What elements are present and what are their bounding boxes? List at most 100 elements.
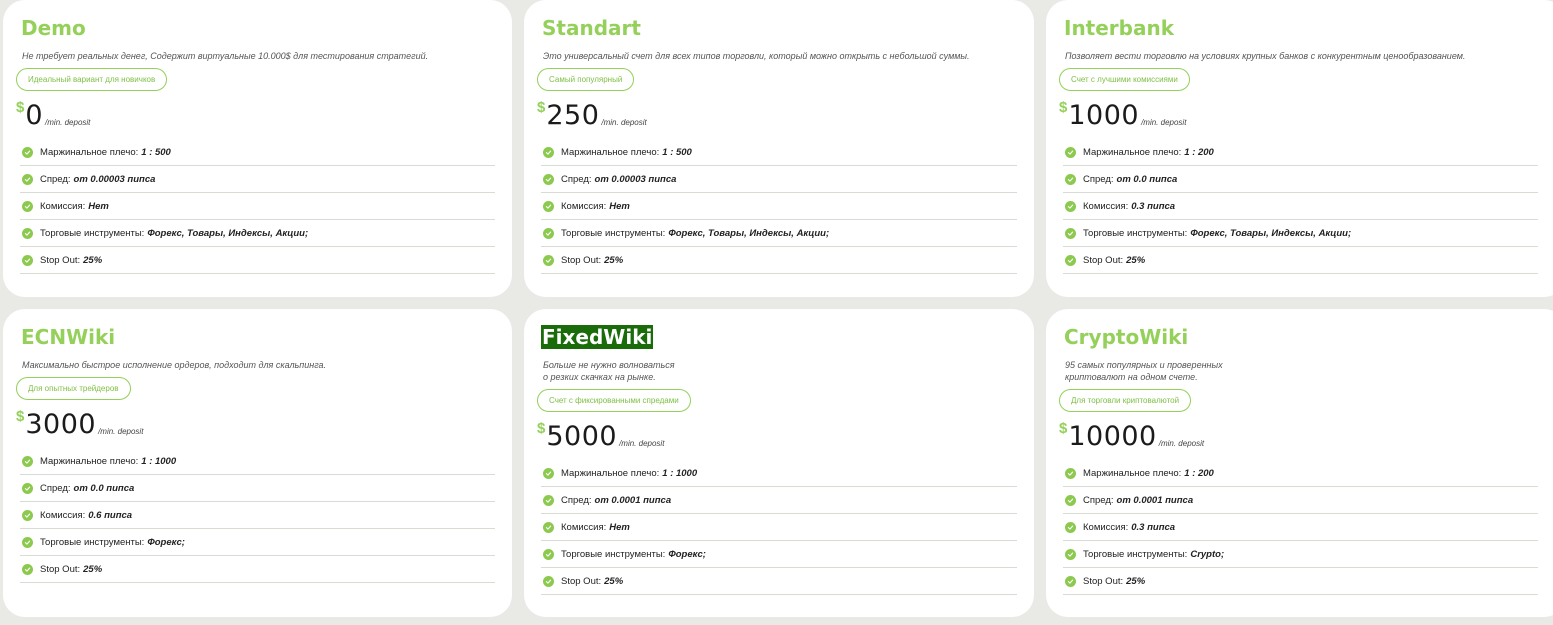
feature-item: Торговые инструменты: Форекс, Товары, Ин… <box>541 220 1017 247</box>
feature-item: Stop Out: 25% <box>20 556 495 583</box>
feature-label: Комиссия: <box>40 200 86 212</box>
feature-value: 0.3 пипса <box>1131 521 1176 533</box>
feature-item: Спред: от 0.00003 пипса <box>541 166 1017 193</box>
deposit-unit: /min. deposit <box>98 427 144 436</box>
check-circle-icon <box>1065 575 1076 587</box>
feature-value: от 0.0 пипса <box>73 482 135 494</box>
feature-item: Маржинальное плечо: 1 : 1000 <box>20 448 495 475</box>
card-title: Interbank <box>1064 16 1175 40</box>
feature-value: Crypto; <box>1190 548 1225 560</box>
deposit-amount: 1000 <box>1068 100 1140 131</box>
feature-label: Торговые инструменты: <box>40 536 145 548</box>
feature-value: от 0.00003 пипса <box>594 173 677 185</box>
feature-item: Маржинальное плечо: 1 : 200 <box>1063 139 1538 166</box>
check-circle-icon <box>1065 467 1076 479</box>
card-title: FixedWiki <box>541 325 654 349</box>
feature-value: 25% <box>604 254 624 266</box>
feature-value: 1 : 200 <box>1184 467 1214 479</box>
feature-label: Спред: <box>561 173 592 185</box>
feature-item: Маржинальное плечо: 1 : 1000 <box>541 460 1017 487</box>
feature-item: Комиссия: Нет <box>20 193 495 220</box>
feature-value: 25% <box>83 254 103 266</box>
card-description: Позволяет вести торговлю на условиях кру… <box>1065 51 1466 61</box>
check-circle-icon <box>543 548 554 560</box>
card-badge[interactable]: Самый популярный <box>537 68 635 91</box>
card-title: ECNWiki <box>21 325 116 349</box>
card-badge[interactable]: Идеальный вариант для новичков <box>16 68 168 91</box>
feature-value: 1 : 200 <box>1184 146 1214 158</box>
feature-label: Маржинальное плечо: <box>40 146 139 158</box>
card-badge[interactable]: Для опытных трейдеров <box>16 377 131 400</box>
account-card-interbank[interactable]: Interbank Позволяет вести торговлю на усл… <box>1046 0 1553 297</box>
feature-item: Спред: от 0.0 пипса <box>1063 166 1538 193</box>
feature-label: Комиссия: <box>1083 200 1129 212</box>
account-card-ecnwiki[interactable]: ECNWiki Максимально быстрое исполнение ор… <box>3 309 512 617</box>
feature-label: Маржинальное плечо: <box>561 467 660 479</box>
feature-label: Торговые инструменты: <box>40 227 145 239</box>
feature-label: Торговые инструменты: <box>561 548 666 560</box>
currency-symbol: $ <box>1059 420 1068 437</box>
feature-value: 1 : 500 <box>662 146 692 158</box>
price: $ 5000 /min. deposit <box>537 416 1017 452</box>
feature-value: Нет <box>609 200 630 212</box>
deposit-unit: /min. deposit <box>601 118 647 127</box>
feature-value: от 0.0001 пипса <box>594 494 672 506</box>
card-badge[interactable]: Счет с фиксированными спредами <box>537 389 691 412</box>
feature-label: Маржинальное плечо: <box>1083 146 1182 158</box>
card-description: 95 самых популярных и проверенных крипто… <box>1065 360 1223 382</box>
account-card-standart[interactable]: Standart Это универсальный счет для всех … <box>524 0 1034 297</box>
check-circle-icon <box>1065 254 1076 266</box>
card-badge[interactable]: Счет с лучшими комиссиями <box>1059 68 1190 91</box>
feature-item: Комиссия: 0.3 пипса <box>1063 193 1538 220</box>
feature-item: Stop Out: 25% <box>20 247 495 274</box>
feature-label: Stop Out: <box>40 254 81 266</box>
check-circle-icon <box>22 509 33 521</box>
feature-item: Комиссия: 0.3 пипса <box>1063 514 1538 541</box>
feature-value: 25% <box>83 563 103 575</box>
account-card-fixedwiki[interactable]: FixedWiki Больше не нужно волноваться о р… <box>524 309 1034 617</box>
feature-item: Маржинальное плечо: 1 : 200 <box>1063 460 1538 487</box>
check-circle-icon <box>22 227 33 239</box>
check-circle-icon <box>543 521 554 533</box>
feature-value: 0.3 пипса <box>1131 200 1176 212</box>
feature-value: 1 : 500 <box>141 146 171 158</box>
check-circle-icon <box>543 146 554 158</box>
feature-value: Нет <box>88 200 109 212</box>
feature-item: Спред: от 0.00003 пипса <box>20 166 495 193</box>
check-circle-icon <box>543 575 554 587</box>
feature-label: Stop Out: <box>561 575 602 587</box>
feature-label: Маржинальное плечо: <box>561 146 660 158</box>
feature-item: Комиссия: 0.6 пипса <box>20 502 495 529</box>
feature-label: Комиссия: <box>1083 521 1129 533</box>
account-card-cryptowiki[interactable]: CryptoWiki 95 самых популярных и проверен… <box>1046 309 1553 617</box>
check-circle-icon <box>1065 521 1076 533</box>
feature-item: Stop Out: 25% <box>1063 247 1538 274</box>
check-circle-icon <box>1065 227 1076 239</box>
feature-label: Спред: <box>1083 173 1114 185</box>
check-circle-icon <box>22 200 33 212</box>
account-card-demo[interactable]: Demo Не требует реальных денег, Содержит … <box>3 0 512 297</box>
feature-item: Торговые инструменты: Форекс; <box>20 529 495 556</box>
feature-label: Спред: <box>40 482 71 494</box>
feature-value: 1 : 1000 <box>662 467 698 479</box>
check-circle-icon <box>1065 173 1076 185</box>
feature-label: Комиссия: <box>40 509 86 521</box>
deposit-unit: /min. deposit <box>619 439 665 448</box>
deposit-unit: /min. deposit <box>1141 118 1187 127</box>
feature-label: Маржинальное плечо: <box>1083 467 1182 479</box>
check-circle-icon <box>22 563 33 575</box>
check-circle-icon <box>1065 146 1076 158</box>
feature-label: Спред: <box>561 494 592 506</box>
feature-item: Спред: от 0.0001 пипса <box>541 487 1017 514</box>
feature-label: Stop Out: <box>1083 575 1124 587</box>
feature-value: Форекс, Товары, Индексы, Акции; <box>1190 227 1352 239</box>
feature-item: Торговые инструменты: Форекс; <box>541 541 1017 568</box>
feature-list: Маржинальное плечо: 1 : 500 Спред: от 0.… <box>20 139 495 274</box>
feature-list: Маржинальное плечо: 1 : 200 Спред: от 0.… <box>1063 460 1538 595</box>
card-title: Standart <box>542 16 641 40</box>
feature-label: Комиссия: <box>561 200 607 212</box>
card-badge[interactable]: Для торговли криптовалютой <box>1059 389 1192 412</box>
feature-value: 0.6 пипса <box>88 509 133 521</box>
feature-label: Stop Out: <box>561 254 602 266</box>
feature-list: Маржинальное плечо: 1 : 200 Спред: от 0.… <box>1063 139 1538 274</box>
